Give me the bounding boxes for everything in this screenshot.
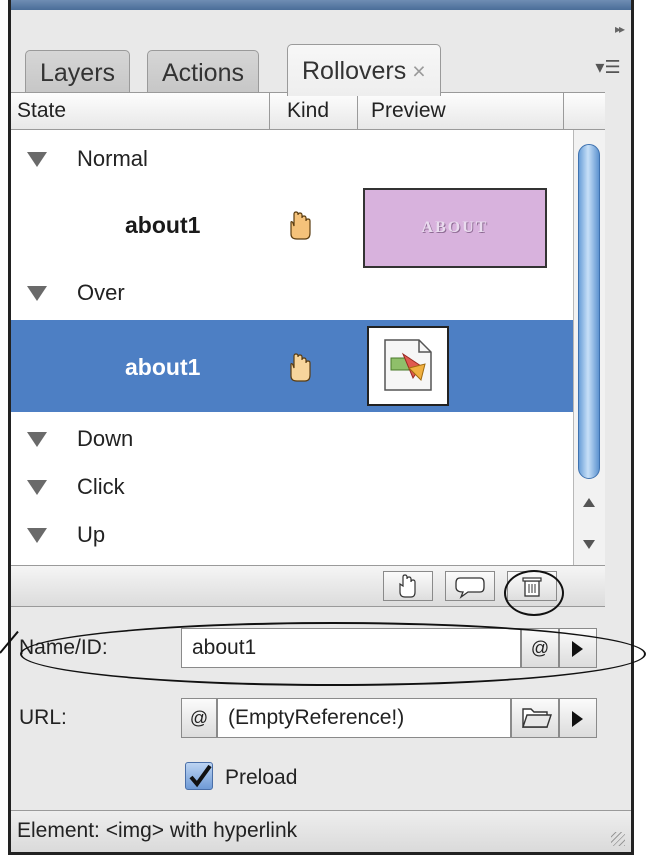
tab-label: Actions [162, 59, 244, 87]
panel-titlebar[interactable] [11, 0, 631, 10]
disclosure-triangle-icon[interactable] [27, 152, 47, 167]
preload-label: Preload [225, 766, 298, 789]
state-row-down[interactable]: Down [11, 418, 573, 458]
column-header-kind[interactable]: Kind [287, 93, 329, 129]
comment-icon [455, 577, 485, 599]
disclosure-triangle-icon[interactable] [27, 286, 47, 301]
comment-button[interactable] [445, 571, 495, 601]
column-header-state[interactable]: State [17, 93, 66, 129]
column-divider[interactable] [269, 93, 270, 129]
scroll-down-arrow-icon[interactable] [583, 540, 595, 549]
disclosure-triangle-icon[interactable] [27, 432, 47, 447]
play-arrow-icon [572, 711, 583, 727]
state-label: Normal [77, 146, 148, 171]
name-id-label: Name/ID: [19, 636, 108, 659]
tab-label: Layers [40, 59, 116, 87]
rollover-item-row[interactable]: about1 ABOUT [11, 182, 573, 268]
tab-actions[interactable]: Actions [147, 50, 259, 94]
state-row-up[interactable]: Up [11, 514, 573, 554]
rollovers-panel: ▸▸ ▾☰ Layers Actions Rollovers × State Ki… [8, 0, 634, 855]
url-menu-button[interactable] [559, 698, 597, 738]
rollover-preview-thumbnail: ABOUT [363, 188, 547, 268]
hand-rollover-icon [290, 353, 311, 382]
column-header-preview[interactable]: Preview [371, 93, 446, 129]
checkmark-icon [189, 764, 212, 788]
rollover-item-label: about1 [125, 212, 201, 238]
browse-folder-button[interactable] [511, 698, 559, 738]
name-target-button[interactable]: @ [521, 628, 559, 668]
tab-layers[interactable]: Layers [25, 50, 131, 94]
new-rollover-button[interactable] [383, 571, 433, 601]
url-target-button[interactable]: @ [181, 698, 217, 738]
tab-bar: Layers Actions Rollovers × [11, 38, 631, 96]
column-divider[interactable] [563, 93, 564, 129]
image-placeholder-icon [367, 326, 449, 406]
rollover-toolbar [11, 565, 605, 607]
rollover-item-label: about1 [125, 354, 201, 380]
tab-label: Rollovers [302, 57, 407, 85]
rollover-item-row-selected[interactable]: about1 [11, 320, 573, 412]
scrollbar-thumb[interactable] [578, 144, 600, 479]
state-label: Over [77, 280, 125, 305]
url-label: URL: [19, 706, 67, 729]
state-row-normal[interactable]: Normal [11, 138, 573, 178]
state-label: Down [77, 426, 134, 451]
at-target-icon: @ [189, 708, 209, 728]
vertical-scrollbar[interactable] [573, 130, 605, 565]
folder-icon [522, 708, 552, 728]
column-divider[interactable] [357, 93, 358, 129]
collapse-icon[interactable]: ▸▸ [615, 22, 625, 36]
preload-checkbox[interactable] [185, 762, 213, 790]
status-text: Element: <img> with hyperlink [17, 819, 298, 842]
url-field[interactable]: (EmptyReference!) [217, 698, 511, 738]
list-header: State Kind Preview [11, 92, 605, 130]
new-rollover-icon [399, 574, 416, 598]
delete-button[interactable] [507, 571, 557, 601]
state-row-click[interactable]: Click [11, 466, 573, 506]
state-row-over[interactable]: Over [11, 272, 573, 312]
tab-rollovers[interactable]: Rollovers × [287, 44, 441, 96]
trash-icon [522, 577, 542, 597]
hand-rollover-icon [290, 211, 311, 240]
disclosure-triangle-icon[interactable] [27, 480, 47, 495]
resize-grip-icon[interactable] [611, 832, 625, 846]
disclosure-triangle-icon[interactable] [27, 528, 47, 543]
status-bar: Element: <img> with hyperlink [11, 810, 631, 852]
at-target-icon: @ [530, 638, 550, 658]
scroll-up-arrow-icon[interactable] [583, 498, 595, 507]
name-menu-button[interactable] [559, 628, 597, 668]
name-id-field[interactable]: about1 [181, 628, 521, 668]
state-label: Click [77, 474, 125, 499]
rollover-state-list: Normal about1 ABOUT Over about1 Down Cli… [11, 130, 573, 565]
play-arrow-icon [572, 641, 583, 657]
state-label: Up [77, 522, 106, 547]
close-icon[interactable]: × [412, 58, 425, 84]
